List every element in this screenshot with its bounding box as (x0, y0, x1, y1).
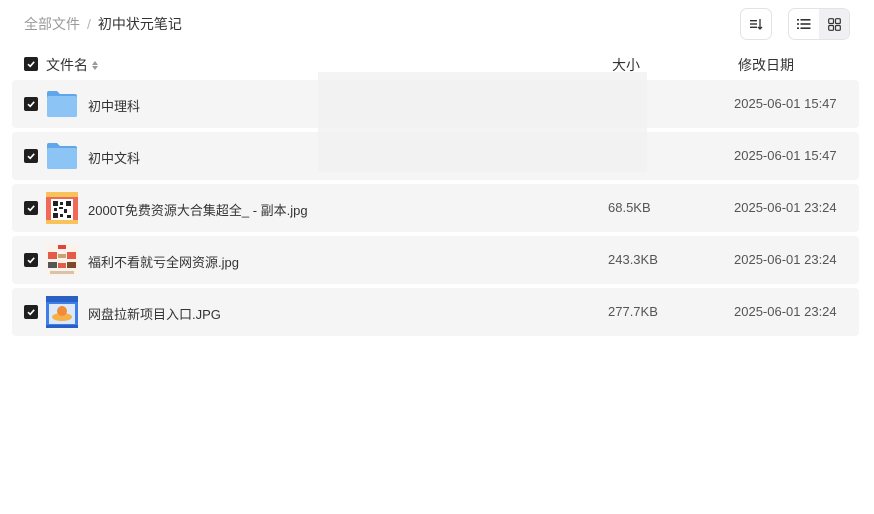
check-icon (27, 205, 35, 212)
file-name: 网盘拉新项目入口.JPG (88, 307, 221, 322)
folder-icon (47, 143, 77, 169)
qr-image-thumbnail (46, 192, 78, 224)
sort-icon (750, 19, 763, 30)
row-checkbox[interactable] (24, 253, 38, 267)
file-date: 2025-06-01 23:24 (734, 304, 837, 319)
check-icon (27, 153, 35, 160)
file-size: 277.7KB (608, 304, 658, 319)
breadcrumb: 全部文件 / 初中状元笔记 (24, 14, 182, 34)
file-date: 2025-06-01 23:24 (734, 200, 837, 215)
file-name: 福利不看就亏全网资源.jpg (88, 255, 239, 270)
file-row[interactable]: 初中理科 2025-06-01 15:47 (12, 80, 859, 128)
file-row[interactable]: 网盘拉新项目入口.JPG 277.7KB 2025-06-01 23:24 (12, 288, 859, 336)
grid-view-button[interactable] (819, 9, 849, 39)
size-column-header[interactable]: 大小 (612, 55, 640, 75)
row-checkbox[interactable] (24, 201, 38, 215)
poster-image-thumbnail (46, 244, 78, 276)
grid-icon (827, 17, 841, 31)
breadcrumb-root-link[interactable]: 全部文件 (24, 14, 80, 34)
file-row[interactable]: 初中文科 2025-06-01 15:47 (12, 132, 859, 180)
folder-icon (47, 91, 77, 117)
file-date: 2025-06-01 15:47 (734, 148, 837, 163)
file-date: 2025-06-01 23:24 (734, 252, 837, 267)
view-toggle (788, 8, 850, 40)
date-column-header[interactable]: 修改日期 (738, 55, 794, 75)
file-name: 初中文科 (88, 151, 141, 166)
name-column-header[interactable]: 文件名 (46, 55, 98, 75)
file-name: 2000T免费资源大合集超全_ - 副本.jpg (88, 203, 308, 218)
row-checkbox[interactable] (24, 97, 38, 111)
promo-image-thumbnail (46, 296, 78, 328)
row-checkbox[interactable] (24, 305, 38, 319)
sort-arrows-icon (92, 60, 98, 70)
check-icon (27, 101, 35, 108)
file-date: 2025-06-01 15:47 (734, 96, 837, 111)
file-list: 初中理科 2025-06-01 15:47 初中文科 2025-06-01 15… (12, 80, 859, 340)
file-size: 243.3KB (608, 252, 658, 267)
list-icon (797, 19, 811, 29)
breadcrumb-current: 初中状元笔记 (97, 16, 182, 32)
file-row[interactable]: 福利不看就亏全网资源.jpg 243.3KB 2025-06-01 23:24 (12, 236, 859, 284)
list-header: 文件名 大小 修改日期 (12, 52, 859, 76)
breadcrumb-separator: / (87, 16, 91, 32)
file-size: 68.5KB (608, 200, 651, 215)
list-view-button[interactable] (789, 9, 819, 39)
name-column-label: 文件名 (46, 57, 88, 73)
check-icon (27, 61, 35, 68)
check-icon (27, 257, 35, 264)
row-checkbox[interactable] (24, 149, 38, 163)
check-icon (27, 309, 35, 316)
file-name: 初中理科 (88, 99, 141, 114)
select-all-checkbox[interactable] (24, 57, 38, 71)
file-row[interactable]: 2000T免费资源大合集超全_ - 副本.jpg 68.5KB 2025-06-… (12, 184, 859, 232)
sort-button[interactable] (740, 8, 772, 40)
